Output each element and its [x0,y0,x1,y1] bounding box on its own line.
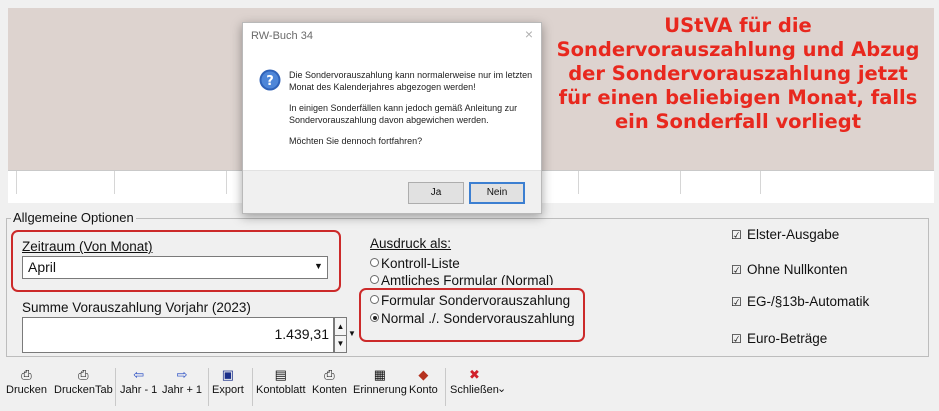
close-icon: ✖ [469,367,480,382]
drucken-label: Drucken [6,384,47,396]
checkbox-label: EG-/§13b-Automatik [747,294,870,309]
ausdruck-label: Ausdruck als: [370,236,452,251]
checkbox-checked-icon: ☑ [731,332,742,346]
checkbox-label: Ohne Nullkonten [747,262,848,277]
ja-button[interactable]: Ja [408,182,464,204]
checkbox-eg-13b-automatik[interactable]: ☑ EG-/§13b-Automatik [731,294,869,309]
checkbox-ohne-nullkonten[interactable]: ☑ Ohne Nullkonten [731,262,848,277]
dialog-title: RW-Buch 34 [251,30,313,42]
svg-text:?: ? [266,74,274,89]
dialog-footer: Ja Nein [243,170,541,213]
kontoblatt-label: Kontoblatt [256,384,306,396]
dialog-paragraph: Die Sondervorauszahlung kann normalerwei… [289,70,533,92]
radio-icon [370,258,379,267]
calendar-icon: ▦ [373,367,387,382]
dialog-message: Die Sondervorauszahlung kann normalerwei… [289,69,533,156]
jahr-plus-label: Jahr + 1 [162,384,203,396]
toolbar-separator [252,368,253,406]
checkbox-checked-icon: ☑ [731,295,742,309]
drucken-tab-label: DruckenTab [54,384,113,396]
annotation-line: Sondervorauszahlung und Abzug [556,38,920,61]
radio-icon [370,275,379,284]
konto-button[interactable]: ◆ Konto [409,366,438,396]
question-icon: ? [259,69,281,91]
message-dialog: RW-Buch 34 × ? Die Sondervorauszahlung k… [242,22,542,214]
checkbox-label: Euro-Beträge [747,331,828,346]
save-icon: ▣ [221,367,235,382]
radio-amtliches-formular[interactable]: Amtliches Formular (Normal) [370,273,554,285]
drucken-button[interactable]: ⎙ Drucken [6,366,47,396]
summe-input[interactable]: 1.439,31 [22,317,334,353]
radio-label: Kontroll-Liste [381,256,460,271]
jahr-minus-label: Jahr - 1 [120,384,158,396]
document-icon: ▤ [274,367,287,382]
dialog-paragraph: Möchten Sie dennoch fortfahren? [289,136,423,146]
konto-label: Konto [409,384,438,396]
spin-down-icon[interactable]: ▼ [335,335,346,352]
drucken-tab-button[interactable]: ⎙ DruckenTab [54,366,113,396]
erinnerung-label: Erinnerung [353,384,407,396]
dialog-paragraph: In einigen Sonderfällen kann jedoch gemä… [289,103,518,125]
summe-value: 1.439,31 [274,326,330,342]
nein-button[interactable]: Nein [469,182,525,204]
kontoblatt-button[interactable]: ▤ Kontoblatt [256,366,306,396]
radio-label: Amtliches Formular (Normal) [381,273,554,285]
checkbox-label: Elster-Ausgabe [747,227,840,242]
arrow-right-icon: ⇨ [176,367,188,382]
printer-icon: ⎙ [324,367,335,382]
schliessen-button[interactable]: ✖ Schließen [450,366,499,396]
radio-kontroll-liste[interactable]: Kontroll-Liste [370,256,460,271]
checkbox-checked-icon: ☑ [731,228,742,242]
highlight-ausdruck [359,288,585,342]
printer-icon: ⎙ [21,367,32,382]
toolbar-separator [115,368,116,406]
checkbox-elster-ausgabe[interactable]: ☑ Elster-Ausgabe [731,227,839,242]
annotation-text: UStVA für die Sondervorauszahlung und Ab… [548,14,928,134]
export-button[interactable]: ▣ Export [212,366,244,396]
toolbar-separator [208,368,209,406]
checkbox-checked-icon: ☑ [731,263,742,277]
printer-icon: ⎙ [78,367,89,382]
schliessen-label: Schließen [450,384,499,396]
jahr-plus-button[interactable]: ⇨ Jahr + 1 [162,366,202,396]
toolbar-separator [445,368,446,406]
account-icon: ◆ [418,367,429,382]
jahr-minus-button[interactable]: ⇦ Jahr - 1 [120,366,157,396]
checkbox-euro-betraege[interactable]: ☑ Euro-Beträge [731,331,827,346]
summe-label: Summe Vorauszahlung Vorjahr (2023) [22,300,251,315]
export-label: Export [212,384,244,396]
options-legend: Allgemeine Optionen [11,210,136,225]
annotation-line: ein Sonderfall vorliegt [614,110,862,133]
annotation-line: für einen beliebigen Monat, falls [558,86,918,109]
annotation-line: der Sondervorauszahlung jetzt [568,62,908,85]
konten-label: Konten [312,384,347,396]
spin-up-icon[interactable]: ▲ [335,318,346,336]
annotation-line: UStVA für die [664,14,812,37]
close-icon[interactable]: × [525,26,533,42]
highlight-zeitraum [11,230,341,292]
summe-spinner[interactable]: ▲ ▼ [334,317,347,353]
erinnerung-button[interactable]: ▦ Erinnerung [353,366,407,396]
summe-dropdown-icon[interactable]: ▼ [347,317,357,351]
arrow-left-icon: ⇦ [133,367,145,382]
konten-button[interactable]: ⎙ Konten [312,366,347,396]
toolbar-overflow-icon[interactable]: ⌄ [497,382,506,395]
